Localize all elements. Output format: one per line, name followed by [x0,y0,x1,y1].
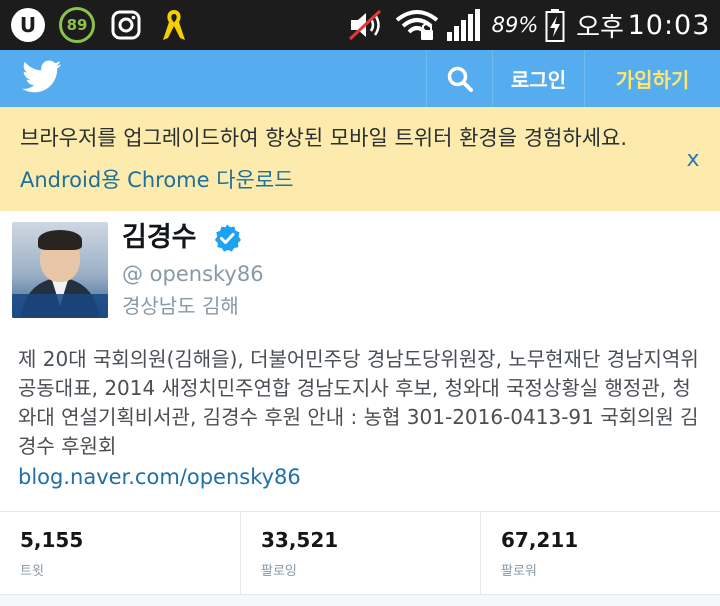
search-icon [447,66,473,92]
banner-message: 브라우저를 업그레이드하여 향상된 모바일 트위터 환경을 경험하세요. [20,126,628,150]
profile-bio: 제 20대 국회의원(김해을), 더불어민주당 경남도당위원장, 노무현재단 경… [18,347,699,458]
avatar[interactable] [12,222,108,318]
u-plus-icon: U [10,7,46,43]
android-status-bar: U 89 89% 오후 10:03 [0,0,720,50]
instagram-icon [108,7,144,43]
clock-ampm: 오후 [576,12,624,43]
profile-stats: 5,155 트윗 33,521 팔로잉 67,211 팔로워 [0,511,720,595]
u-plus-letter: U [11,8,45,42]
browser-upgrade-banner: 브라우저를 업그레이드하여 향상된 모바일 트위터 환경을 경험하세요. And… [0,107,720,211]
wifi-icon [394,7,440,43]
profile-name: 김경수 [122,222,197,253]
profile-website-link[interactable]: blog.naver.com/opensky86 [18,463,301,491]
profile-handle: @ opensky86 [122,262,264,286]
clock-time: 10:03 [627,9,711,41]
banner-close-button[interactable]: x [680,145,706,175]
battery-charging-icon [544,7,566,43]
battery-percent: 89% [491,13,539,37]
stat-tweets-value: 5,155 [20,528,84,552]
stat-followers[interactable]: 67,211 팔로워 [481,512,720,594]
signal-icon [444,7,484,43]
chrome-download-link[interactable]: Android용 Chrome 다운로드 [20,168,294,192]
stat-following-value: 33,521 [261,528,339,552]
profile-location: 경상남도 김해 [122,294,239,318]
profile-card: 김경수 @ opensky86 경상남도 김해 제 20대 국회의원(김해을),… [0,211,720,511]
notification-count: 89 [59,7,95,43]
stat-tweets-label: 트윗 [20,564,44,579]
mute-icon [347,7,387,43]
signup-button[interactable]: 가입하기 [584,50,720,107]
yellow-ribbon-icon [157,7,191,43]
verified-badge-icon [212,223,242,253]
twitter-header: 로그인 가입하기 [0,50,720,107]
login-button[interactable]: 로그인 [492,50,584,107]
stat-following-label: 팔로잉 [261,564,297,579]
stat-tweets[interactable]: 5,155 트윗 [0,512,241,594]
badge-89-icon: 89 [58,7,96,43]
stat-following[interactable]: 33,521 팔로잉 [241,512,481,594]
stat-followers-value: 67,211 [501,528,579,552]
search-button[interactable] [426,50,492,107]
stat-followers-label: 팔로워 [501,564,537,579]
footer-strip [0,595,720,606]
twitter-bird-icon[interactable] [22,60,62,96]
banner-message-block: 브라우저를 업그레이드하여 향상된 모바일 트위터 환경을 경험하세요. And… [20,117,670,201]
